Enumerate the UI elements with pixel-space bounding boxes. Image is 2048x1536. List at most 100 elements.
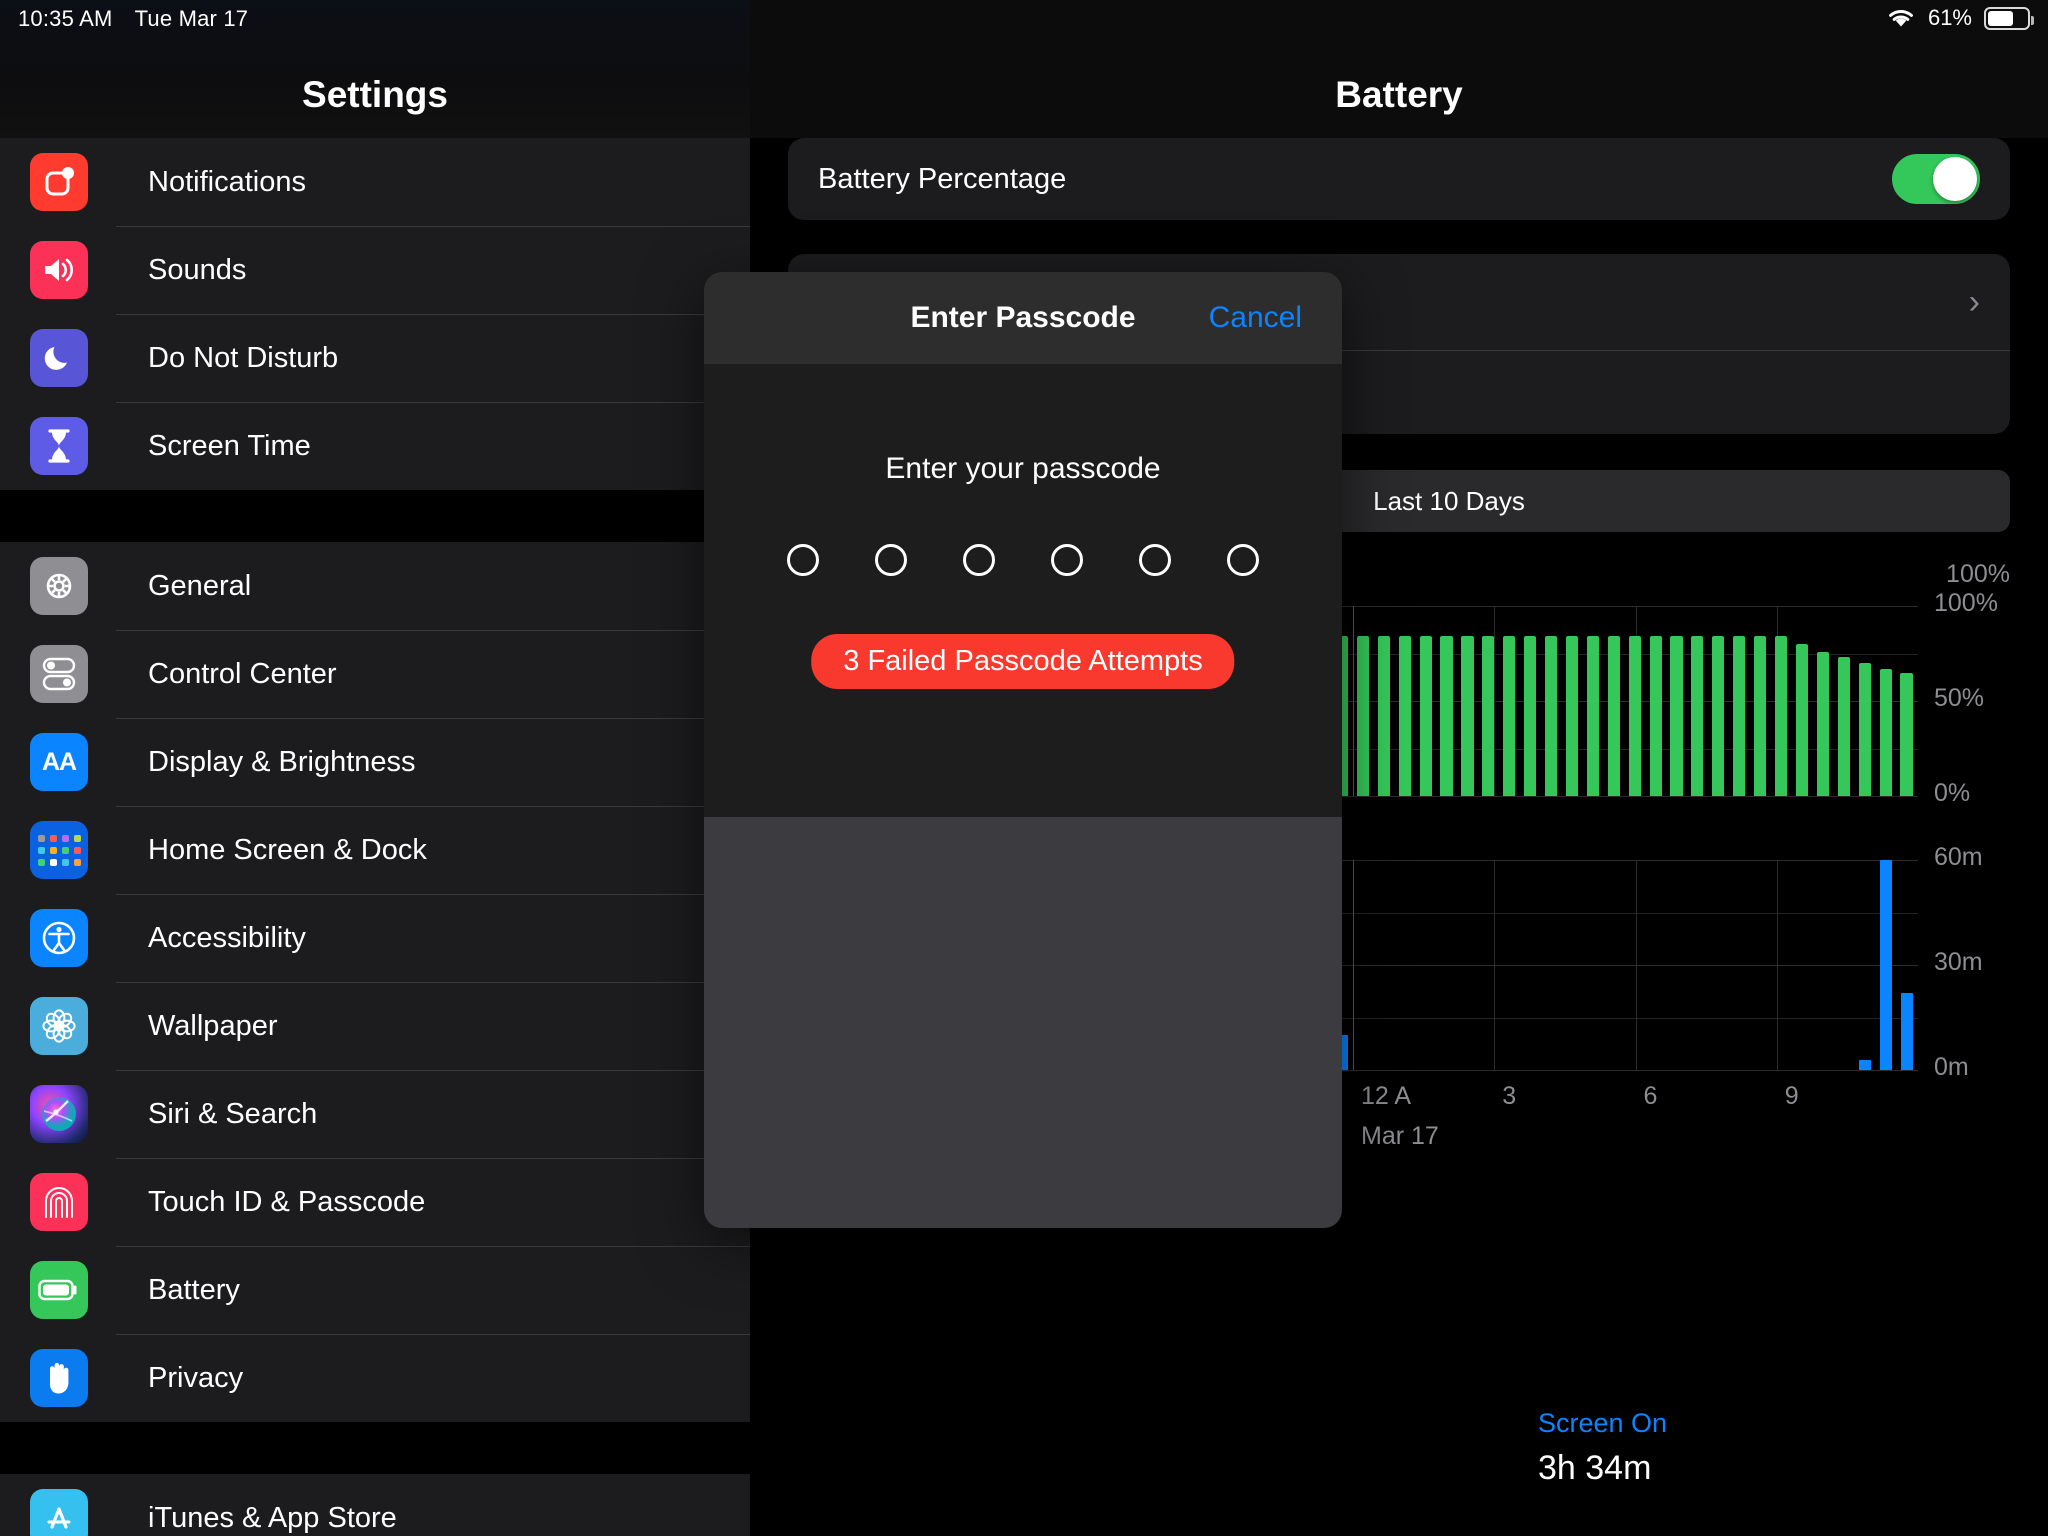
sidebar-item-label: Sounds	[148, 253, 247, 286]
passcode-dot	[963, 544, 995, 576]
battery-percentage-toggle[interactable]	[1892, 154, 1980, 204]
bar	[1900, 672, 1913, 796]
passcode-dots[interactable]	[704, 544, 1342, 576]
passcode-dot	[1051, 544, 1083, 576]
sidebar-item-label: Accessibility	[148, 921, 306, 954]
sounds-icon	[30, 241, 88, 299]
y-axis-tick-label: 100%	[1934, 589, 1998, 617]
bar	[1691, 636, 1704, 796]
app-grid-icon	[30, 821, 88, 879]
sidebar-item-siri-search[interactable]: Siri & Search	[0, 1070, 750, 1158]
sidebar-group-gap	[0, 490, 750, 542]
bar	[1649, 636, 1662, 796]
passcode-dialog: Enter Passcode Cancel Enter your passcod…	[704, 272, 1342, 1228]
dialog-body: Enter your passcode 3 Failed Passcode At…	[704, 364, 1342, 817]
bar	[1356, 636, 1369, 796]
bar	[1607, 636, 1620, 796]
bar	[1440, 636, 1453, 796]
sidebar-group: General Control Center AA Display & Brightn…	[0, 542, 750, 1422]
sidebar-item-display-brightness[interactable]: AA Display & Brightness	[0, 718, 750, 806]
bar	[1879, 668, 1892, 796]
sidebar-item-label: General	[148, 569, 252, 602]
y-axis-tick-label: 0%	[1934, 779, 1971, 807]
sidebar-item-label: Screen Time	[148, 429, 311, 462]
toggles-icon	[30, 645, 88, 703]
bar	[1754, 636, 1767, 796]
moon-icon	[30, 329, 88, 387]
sidebar-group: iTunes & App Store	[0, 1474, 750, 1536]
bar	[1774, 636, 1788, 796]
sidebar-list[interactable]: Notifications Sounds Do Not Disturb Screen …	[0, 138, 750, 1536]
bar	[1901, 993, 1914, 1070]
sidebar-item-label: Do Not Disturb	[148, 341, 339, 374]
sidebar-item-label: Home Screen & Dock	[148, 833, 427, 866]
bar	[1859, 1059, 1872, 1070]
page-title: Settings	[302, 74, 448, 115]
x-axis-tick-label: 12 A	[1361, 1082, 1412, 1110]
accessibility-icon	[30, 909, 88, 967]
battery-percentage-card: Battery Percentage	[788, 138, 2010, 220]
x-axis-tick-label: 9	[1784, 1082, 1799, 1110]
sidebar-item-label: iTunes & App Store	[148, 1501, 397, 1534]
sidebar-item-label: Privacy	[148, 1361, 244, 1394]
settings-sidebar: Settings Notifications Sounds Do Not Distu…	[0, 0, 750, 1536]
sidebar-item-general[interactable]: General	[0, 542, 750, 630]
bar	[1628, 636, 1641, 796]
app-store-icon	[30, 1489, 88, 1536]
cancel-button[interactable]: Cancel	[1209, 301, 1302, 335]
bar	[1524, 636, 1537, 796]
sidebar-item-screen-time[interactable]: Screen Time	[0, 402, 750, 490]
sidebar-item-sounds[interactable]: Sounds	[0, 226, 750, 314]
bar	[1858, 663, 1871, 796]
sidebar-item-label: Battery	[148, 1273, 240, 1306]
sidebar-item-label: Touch ID & Passcode	[148, 1185, 426, 1218]
gear-icon	[30, 557, 88, 615]
hand-icon	[30, 1349, 88, 1407]
sidebar-item-notifications[interactable]: Notifications	[0, 138, 750, 226]
x-axis-tick-label: 6	[1643, 1082, 1658, 1110]
fingerprint-icon	[30, 1173, 88, 1231]
x-axis-date-label: Mar 17	[1361, 1122, 1439, 1150]
passcode-dot	[1227, 544, 1259, 576]
bar	[1545, 636, 1558, 796]
sidebar-item-battery[interactable]: Battery	[0, 1246, 750, 1334]
sidebar-item-label: Siri & Search	[148, 1097, 318, 1130]
bar	[1503, 636, 1516, 796]
x-axis-tick-label: 3	[1502, 1082, 1517, 1110]
bar	[1816, 651, 1829, 796]
sidebar-item-accessibility[interactable]: Accessibility	[0, 894, 750, 982]
hourglass-icon	[30, 417, 88, 475]
bar	[1398, 636, 1411, 796]
level-scale-top: 100%	[1946, 560, 2010, 588]
sidebar-item-privacy[interactable]: Privacy	[0, 1334, 750, 1422]
sidebar-group-gap	[0, 1422, 750, 1474]
battery-percent-label: 61%	[1927, 5, 1972, 30]
sidebar-item-itunes-app-store[interactable]: iTunes & App Store	[0, 1474, 750, 1536]
chevron-right-icon: ›	[1968, 283, 1980, 321]
passcode-keypad[interactable]	[704, 817, 1342, 1228]
battery-percentage-label: Battery Percentage	[818, 162, 1067, 195]
toggle-knob	[1933, 157, 1977, 201]
sidebar-item-home-screen-dock[interactable]: Home Screen & Dock	[0, 806, 750, 894]
sidebar-item-do-not-disturb[interactable]: Do Not Disturb	[0, 314, 750, 402]
detail-title: Battery	[1335, 74, 1463, 115]
sidebar-item-touch-id-passcode[interactable]: Touch ID & Passcode	[0, 1158, 750, 1246]
wifi-icon	[1886, 7, 1916, 29]
bar	[1419, 636, 1432, 796]
sidebar-item-label: Control Center	[148, 657, 337, 690]
bar	[1565, 636, 1579, 796]
y-axis-tick-label: 30m	[1934, 948, 1983, 976]
sidebar-item-control-center[interactable]: Control Center	[0, 630, 750, 718]
status-bar-left: 10:35 AM Tue Mar 17	[18, 6, 248, 32]
y-axis-tick-label: 50%	[1934, 684, 1985, 712]
ipad-settings-screen: 10:35 AM Tue Mar 17 61% Settings Notific…	[0, 0, 2048, 1536]
battery-percentage-row[interactable]: Battery Percentage	[788, 138, 2010, 220]
failed-attempts-badge: 3 Failed Passcode Attempts	[811, 634, 1235, 689]
bar	[1795, 644, 1809, 796]
bar	[1712, 636, 1725, 796]
status-bar-right: 61%	[1886, 5, 2034, 31]
sidebar-item-wallpaper[interactable]: Wallpaper	[0, 982, 750, 1070]
bar	[1733, 636, 1746, 796]
bar	[1837, 657, 1850, 796]
sidebar-group: Notifications Sounds Do Not Disturb Screen …	[0, 138, 750, 490]
